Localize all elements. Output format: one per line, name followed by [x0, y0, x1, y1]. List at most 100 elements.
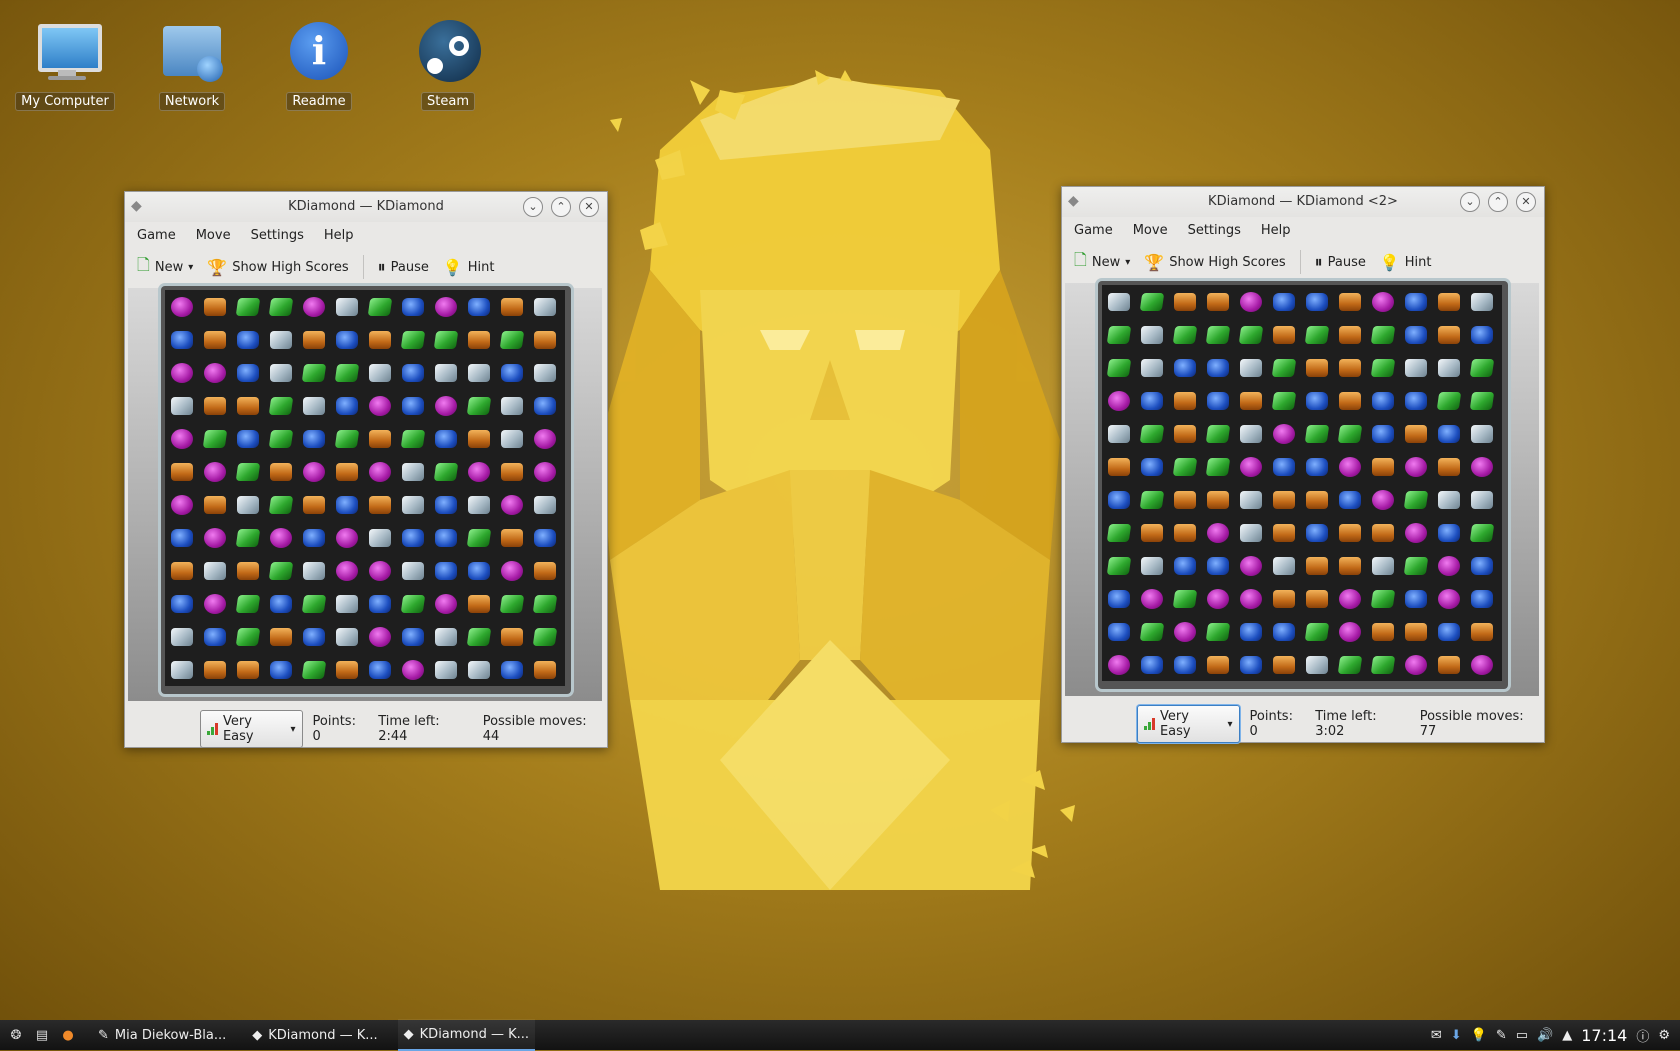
orange-gem[interactable]: [335, 462, 358, 481]
white-gem[interactable]: [1305, 655, 1328, 674]
green-gem[interactable]: [1337, 655, 1362, 674]
purple-gem[interactable]: [170, 428, 193, 449]
blue-gem[interactable]: [1437, 523, 1460, 542]
blue-gem[interactable]: [1437, 424, 1460, 443]
blue-gem[interactable]: [302, 528, 325, 547]
orange-gem[interactable]: [368, 495, 391, 514]
purple-gem[interactable]: [1173, 621, 1196, 642]
blue-gem[interactable]: [236, 330, 259, 349]
blue-gem[interactable]: [434, 495, 457, 514]
blue-gem[interactable]: [1173, 655, 1196, 674]
purple-gem[interactable]: [1404, 522, 1427, 543]
blue-gem[interactable]: [170, 528, 193, 547]
orange-gem[interactable]: [467, 330, 490, 349]
white-gem[interactable]: [533, 297, 556, 316]
orange-gem[interactable]: [1338, 292, 1361, 311]
purple-gem[interactable]: [1338, 456, 1361, 477]
orange-gem[interactable]: [467, 429, 490, 448]
minimize-button[interactable]: ⌄: [1460, 192, 1480, 212]
green-gem[interactable]: [400, 594, 425, 613]
orange-gem[interactable]: [500, 528, 523, 547]
orange-gem[interactable]: [533, 561, 556, 580]
orange-gem[interactable]: [1239, 391, 1262, 410]
orange-gem[interactable]: [1338, 325, 1361, 344]
orange-gem[interactable]: [1404, 622, 1427, 641]
purple-gem[interactable]: [1338, 621, 1361, 642]
blue-gem[interactable]: [500, 660, 523, 679]
window-titlebar[interactable]: ◆ KDiamond — KDiamond <2> ⌄ ⌃ ✕: [1062, 187, 1544, 217]
white-gem[interactable]: [1470, 490, 1493, 509]
orange-gem[interactable]: [1173, 391, 1196, 410]
green-gem[interactable]: [1205, 424, 1230, 443]
orange-gem[interactable]: [1173, 490, 1196, 509]
clock[interactable]: 17:14: [1581, 1026, 1627, 1045]
orange-gem[interactable]: [1437, 457, 1460, 476]
purple-gem[interactable]: [1206, 522, 1229, 543]
purple-gem[interactable]: [368, 560, 391, 581]
blue-gem[interactable]: [401, 297, 424, 316]
white-gem[interactable]: [1107, 424, 1130, 443]
green-gem[interactable]: [268, 297, 293, 316]
orange-gem[interactable]: [170, 561, 193, 580]
blue-gem[interactable]: [1470, 589, 1493, 608]
maximize-button[interactable]: ⌃: [551, 197, 571, 217]
game-board[interactable]: [165, 290, 565, 686]
green-gem[interactable]: [1370, 589, 1395, 608]
white-gem[interactable]: [269, 330, 292, 349]
purple-gem[interactable]: [1239, 456, 1262, 477]
orange-gem[interactable]: [368, 330, 391, 349]
purple-gem[interactable]: [170, 296, 193, 317]
purple-gem[interactable]: [1239, 588, 1262, 609]
orange-gem[interactable]: [1371, 457, 1394, 476]
green-gem[interactable]: [367, 297, 392, 316]
difficulty-select[interactable]: Very Easy ▾: [200, 710, 303, 748]
orange-gem[interactable]: [1437, 325, 1460, 344]
white-gem[interactable]: [302, 561, 325, 580]
orange-gem[interactable]: [1305, 490, 1328, 509]
show-high-scores-button[interactable]: 🏆 Show High Scores: [207, 258, 348, 277]
white-gem[interactable]: [467, 660, 490, 679]
green-gem[interactable]: [1139, 490, 1164, 509]
difficulty-select[interactable]: Very Easy ▾: [1137, 705, 1240, 743]
white-gem[interactable]: [1437, 358, 1460, 377]
green-gem[interactable]: [1304, 622, 1329, 641]
purple-gem[interactable]: [1338, 588, 1361, 609]
white-gem[interactable]: [203, 561, 226, 580]
white-gem[interactable]: [1140, 325, 1163, 344]
white-gem[interactable]: [500, 429, 523, 448]
blue-gem[interactable]: [1272, 457, 1295, 476]
green-gem[interactable]: [1304, 424, 1329, 443]
green-gem[interactable]: [235, 594, 260, 613]
volume-icon[interactable]: 🔊: [1537, 1028, 1553, 1043]
white-gem[interactable]: [434, 660, 457, 679]
orange-gem[interactable]: [203, 297, 226, 316]
purple-gem[interactable]: [368, 395, 391, 416]
blue-gem[interactable]: [1371, 424, 1394, 443]
orange-gem[interactable]: [1173, 424, 1196, 443]
blue-gem[interactable]: [1239, 655, 1262, 674]
green-gem[interactable]: [532, 627, 557, 646]
white-gem[interactable]: [302, 396, 325, 415]
green-gem[interactable]: [1403, 556, 1428, 575]
orange-gem[interactable]: [500, 297, 523, 316]
show-high-scores-button[interactable]: 🏆 Show High Scores: [1144, 253, 1285, 272]
green-gem[interactable]: [1172, 457, 1197, 476]
purple-gem[interactable]: [1437, 588, 1460, 609]
blue-gem[interactable]: [368, 594, 391, 613]
blue-gem[interactable]: [203, 627, 226, 646]
green-gem[interactable]: [466, 396, 491, 415]
orange-gem[interactable]: [467, 594, 490, 613]
purple-gem[interactable]: [203, 527, 226, 548]
purple-gem[interactable]: [302, 461, 325, 482]
blue-gem[interactable]: [1305, 523, 1328, 542]
orange-gem[interactable]: [1206, 490, 1229, 509]
green-gem[interactable]: [1139, 424, 1164, 443]
settings-gear-icon[interactable]: ⚙: [1658, 1028, 1670, 1043]
orange-gem[interactable]: [236, 561, 259, 580]
chevron-down-icon[interactable]: ▾: [188, 262, 193, 273]
purple-gem[interactable]: [335, 560, 358, 581]
blue-gem[interactable]: [1272, 622, 1295, 641]
updates-icon[interactable]: ⬇: [1451, 1028, 1462, 1043]
orange-gem[interactable]: [1470, 622, 1493, 641]
purple-gem[interactable]: [203, 593, 226, 614]
